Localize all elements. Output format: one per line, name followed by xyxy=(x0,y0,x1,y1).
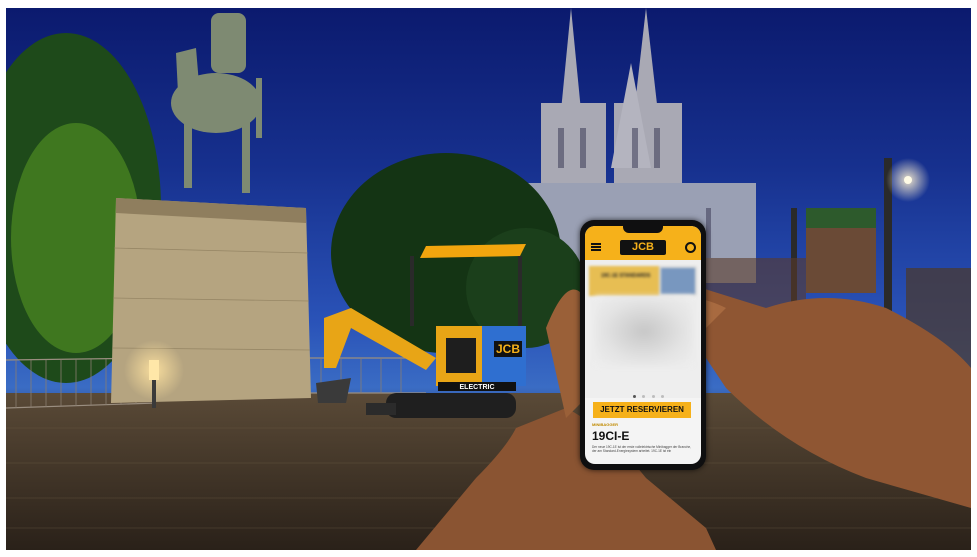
product-description: Der neue 19C-1E ist der erste vollelektr… xyxy=(592,445,692,453)
search-icon[interactable] xyxy=(685,242,696,253)
night-scene: JCB ELECTRIC xyxy=(6,8,971,550)
brick-tower xyxy=(806,218,876,293)
carousel-dot[interactable] xyxy=(633,395,636,398)
excavator-logo: JCB xyxy=(496,342,520,356)
excavator-tracks xyxy=(386,393,516,418)
carousel-dots xyxy=(633,385,666,403)
excavator-canopy xyxy=(420,244,526,258)
reserve-button[interactable]: JETZT RESERVIEREN xyxy=(593,402,691,418)
photo: JCB ELECTRIC JCB 19C-1E STANDARDS JETZT … xyxy=(6,8,971,550)
hero-carousel[interactable]: 19C-1E STANDARDS xyxy=(585,260,701,398)
ground-lamp xyxy=(149,360,159,380)
hero-banner-text: 19C-1E STANDARDS xyxy=(601,273,651,279)
hero-image xyxy=(595,296,693,366)
carousel-dot[interactable] xyxy=(642,395,646,398)
product-title: 19CI-E xyxy=(592,429,630,443)
phone-notch xyxy=(623,226,663,233)
menu-icon[interactable] xyxy=(591,243,601,251)
hero-banner: 19C-1E STANDARDS xyxy=(589,266,697,296)
smartphone: JCB 19C-1E STANDARDS JETZT RESERVIEREN M… xyxy=(580,220,706,470)
phone-screen: JCB 19C-1E STANDARDS JETZT RESERVIEREN M… xyxy=(585,226,701,464)
jcb-logo[interactable]: JCB xyxy=(620,240,666,255)
equestrian-statue xyxy=(171,13,262,193)
carousel-dot[interactable] xyxy=(661,395,665,398)
product-category: MINIBAGGER xyxy=(592,422,618,427)
carousel-dot[interactable] xyxy=(651,395,655,398)
excavator-electric-badge: ELECTRIC xyxy=(460,384,495,391)
app-header: JCB xyxy=(585,226,701,260)
